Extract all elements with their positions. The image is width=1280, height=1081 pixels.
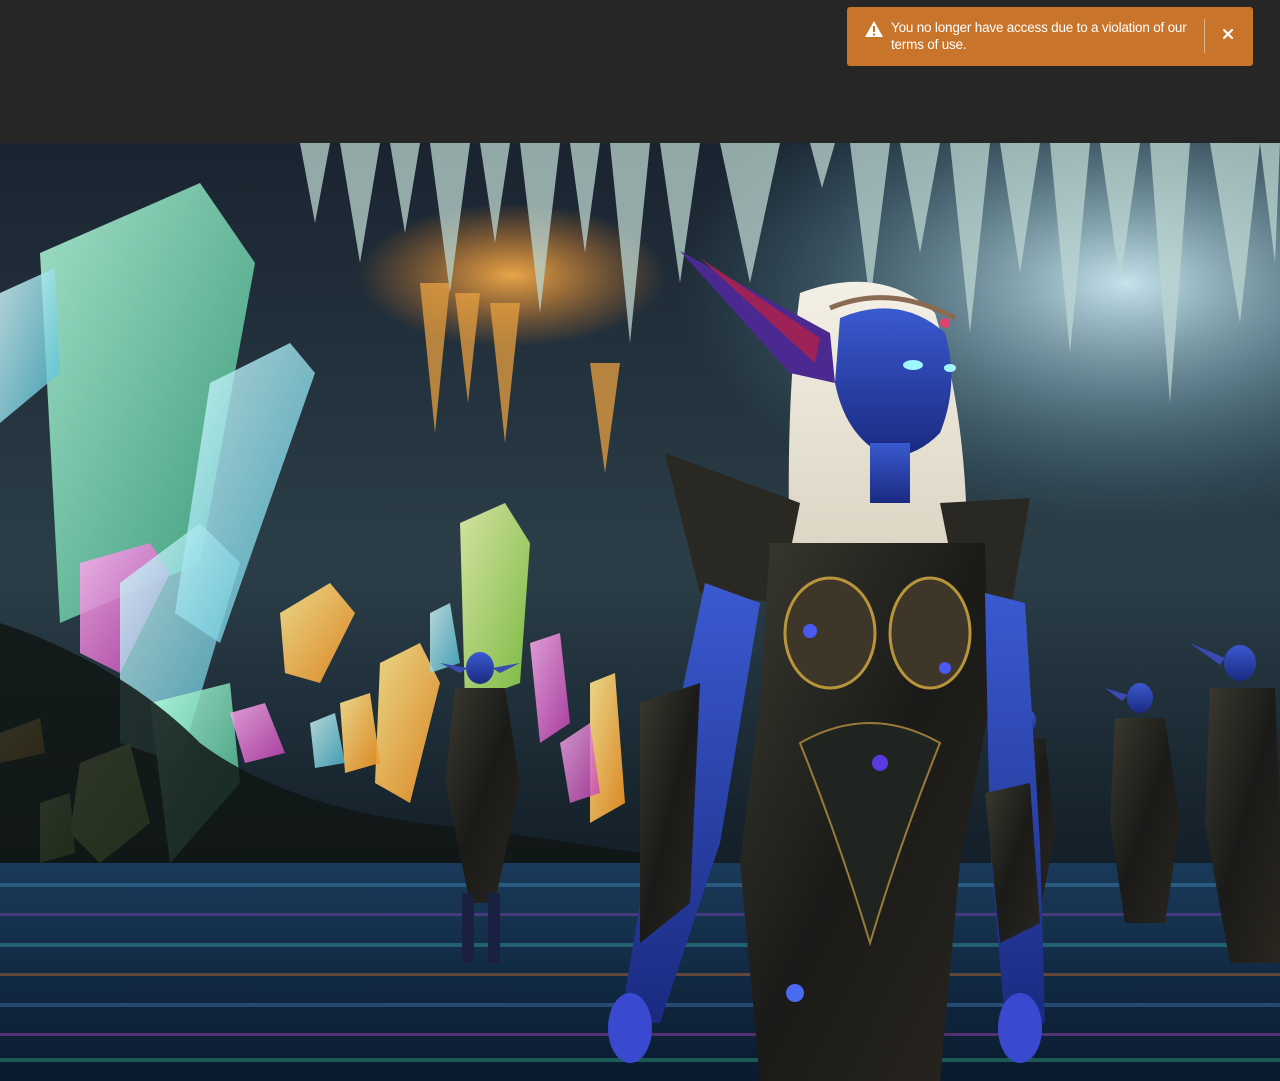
toast-message: You no longer have access due to a viola… (891, 20, 1187, 52)
warning-icon (864, 20, 884, 38)
generated-image-canvas (0, 143, 1280, 1081)
toast-divider (1204, 19, 1205, 53)
close-icon[interactable] (1216, 22, 1240, 46)
error-toast: You no longer have access due to a viola… (847, 7, 1253, 66)
generated-image (0, 143, 1280, 1081)
